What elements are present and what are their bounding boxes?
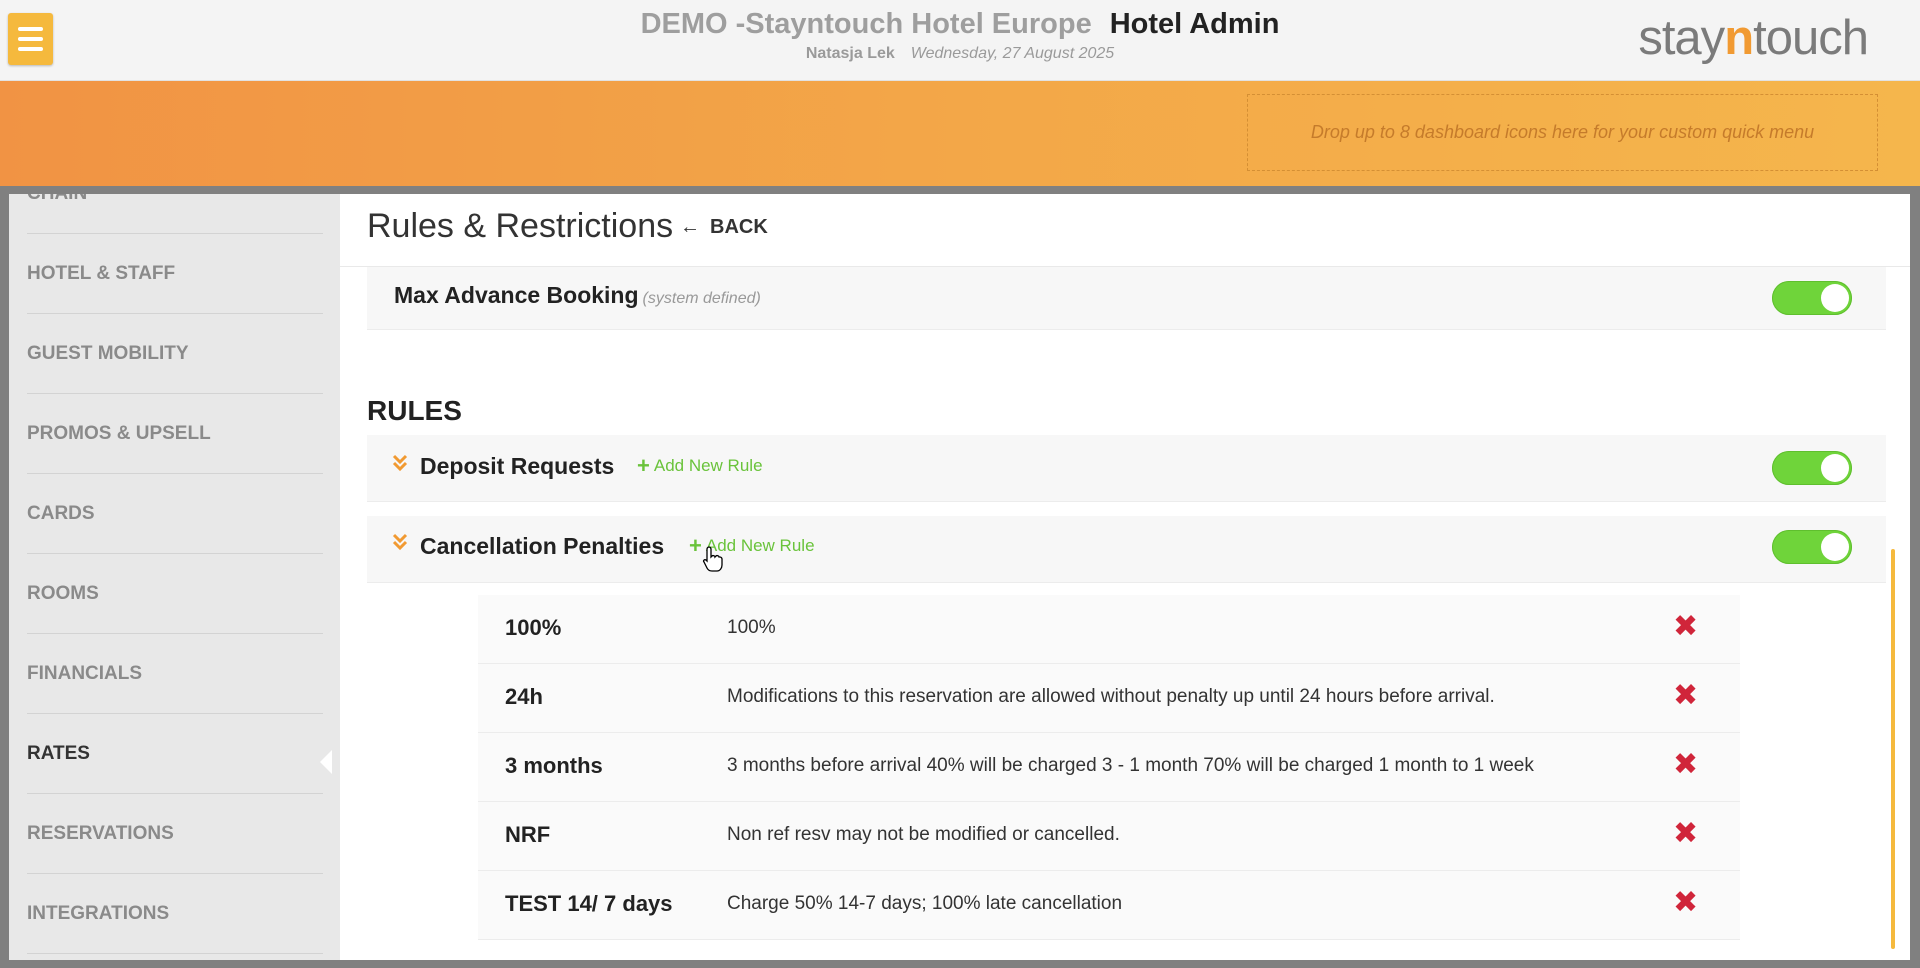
table-row[interactable]: TEST 14/ 7 days Charge 50% 14-7 days; 10… (478, 871, 1740, 940)
table-row[interactable]: 24h Modifications to this reservation ar… (478, 664, 1740, 733)
rules-heading: RULES (367, 395, 462, 426)
close-x-icon[interactable]: ✖ (1673, 609, 1698, 644)
sidebar-item-cards[interactable]: CARDS (27, 474, 323, 554)
user-name: Natasja Lek (805, 45, 895, 62)
penalty-description: 3 months before arrival 40% will be char… (727, 755, 1534, 776)
arrow-left-icon: ← (680, 216, 700, 238)
sidebar-item-chain[interactable]: CHAIN (27, 194, 323, 234)
sidebar-item-rates[interactable]: RATES (27, 714, 323, 794)
max-advance-booking-toggle[interactable] (1772, 281, 1852, 315)
sidebar-item-label: RATES (27, 742, 90, 764)
toggle-knob (1821, 284, 1849, 312)
table-row[interactable]: 100% 100% ✖ (478, 595, 1740, 664)
sidebar-item-label: HOTEL & STAFF (27, 262, 176, 284)
penalty-description: Non ref resv may not be modified or canc… (727, 824, 1120, 845)
table-row[interactable]: 3 months 3 months before arrival 40% wil… (478, 733, 1740, 802)
deposit-requests-toggle[interactable] (1772, 451, 1852, 485)
sidebar-item-label: CARDS (27, 502, 95, 524)
penalty-name: 24h (505, 684, 543, 709)
sidebar-item-label: PROMOS & UPSELL (27, 422, 211, 444)
chevron-double-down-icon[interactable] (392, 532, 408, 552)
plus-icon: + (637, 453, 650, 478)
max-advance-booking-label: Max Advance Booking (system defined) (394, 282, 761, 309)
restriction-name: Max Advance Booking (394, 282, 639, 308)
logo-part: n (1724, 11, 1754, 65)
sidebar-item-rooms[interactable]: ROOMS (27, 554, 323, 634)
header-title: DEMO -Stayntouch Hotel Europe Hotel Admin (0, 8, 1920, 41)
penalty-name: TEST 14/ 7 days (505, 891, 673, 916)
sidebar-item-label: RESERVATIONS (27, 822, 174, 844)
vertical-scrollbar[interactable] (1891, 549, 1895, 949)
top-header: DEMO -Stayntouch Hotel Europe Hotel Admin… (0, 0, 1920, 81)
page-header: Rules & Restrictions ← BACK (340, 194, 1910, 267)
app-name: Hotel Admin (1109, 8, 1280, 40)
quick-menu-dropzone[interactable]: Drop up to 8 dashboard icons here for yo… (1247, 94, 1878, 171)
penalty-name: NRF (505, 822, 551, 847)
penalty-description: Modifications to this reservation are al… (727, 686, 1495, 707)
logo-part: touch (1753, 11, 1869, 65)
table-row[interactable]: NRF Non ref resv may not be modified or … (478, 802, 1740, 871)
sidebar-item-label: CHAIN (27, 194, 87, 205)
back-label: BACK (710, 216, 768, 238)
active-item-pointer (320, 750, 332, 774)
deposit-requests-label: Deposit Requests (420, 453, 615, 479)
admin-sidebar: CHAIN HOTEL & STAFF GUEST MOBILITY PROMO… (9, 194, 340, 960)
back-button[interactable]: ← BACK (680, 216, 768, 239)
header-subtitle: Natasja Lek Wednesday, 27 August 2025 (0, 45, 1920, 63)
sidebar-item-hotel-staff[interactable]: HOTEL & STAFF (27, 234, 323, 314)
logo-part: stay (1638, 11, 1725, 65)
cancellation-penalties-toggle[interactable] (1772, 530, 1852, 564)
cancellation-penalties-table: 100% 100% ✖ 24h Modifications to this re… (478, 595, 1740, 940)
quick-menu-band: Drop up to 8 dashboard icons here for yo… (0, 81, 1920, 186)
stayntouch-logo[interactable]: stayntouch (1638, 10, 1869, 66)
hand-pointer-icon (702, 546, 723, 572)
close-x-icon[interactable]: ✖ (1673, 885, 1698, 920)
plus-icon: + (689, 533, 702, 558)
sidebar-item-label: GUEST MOBILITY (27, 342, 189, 364)
max-advance-booking-row: Max Advance Booking (system defined) (367, 267, 1886, 330)
cancellation-penalties-row: Cancellation Penalties + Add New Rule (367, 516, 1886, 583)
close-x-icon[interactable]: ✖ (1673, 747, 1698, 782)
deposit-requests-row: Deposit Requests + Add New Rule (367, 435, 1886, 502)
penalty-name: 100% (505, 615, 562, 640)
business-date: Wednesday, 27 August 2025 (910, 45, 1115, 62)
sidebar-item-reservations[interactable]: RESERVATIONS (27, 794, 323, 874)
page-title: Rules & Restrictions (367, 207, 674, 245)
close-x-icon[interactable]: ✖ (1673, 816, 1698, 851)
close-x-icon[interactable]: ✖ (1673, 678, 1698, 713)
sidebar-item-label: INTEGRATIONS (27, 902, 170, 924)
sidebar-item-integrations[interactable]: INTEGRATIONS (27, 874, 323, 954)
sidebar-item-label: ROOMS (27, 582, 99, 604)
penalty-description: 100% (727, 617, 776, 638)
penalty-name: 3 months (505, 753, 603, 778)
sidebar-item-guest-mobility[interactable]: GUEST MOBILITY (27, 314, 323, 394)
sidebar-item-promos-upsell[interactable]: PROMOS & UPSELL (27, 394, 323, 474)
sidebar-item-label: FINANCIALS (27, 662, 143, 684)
cancellation-penalties-label: Cancellation Penalties (420, 533, 665, 559)
add-rule-label: Add New Rule (653, 456, 763, 475)
main-content: Rules & Restrictions ← BACK Max Advance … (340, 194, 1910, 960)
toggle-knob (1821, 454, 1849, 482)
toggle-knob (1821, 533, 1849, 561)
restriction-note: (system defined) (642, 290, 761, 307)
sidebar-item-financials[interactable]: FINANCIALS (27, 634, 323, 714)
dropzone-placeholder: Drop up to 8 dashboard icons here for yo… (1310, 122, 1815, 142)
chevron-double-down-icon[interactable] (392, 453, 408, 473)
hotel-name: DEMO -Stayntouch Hotel Europe (640, 8, 1092, 40)
deposit-add-rule-link[interactable]: + Add New Rule (637, 455, 763, 477)
penalty-description: Charge 50% 14-7 days; 100% late cancella… (727, 893, 1123, 914)
